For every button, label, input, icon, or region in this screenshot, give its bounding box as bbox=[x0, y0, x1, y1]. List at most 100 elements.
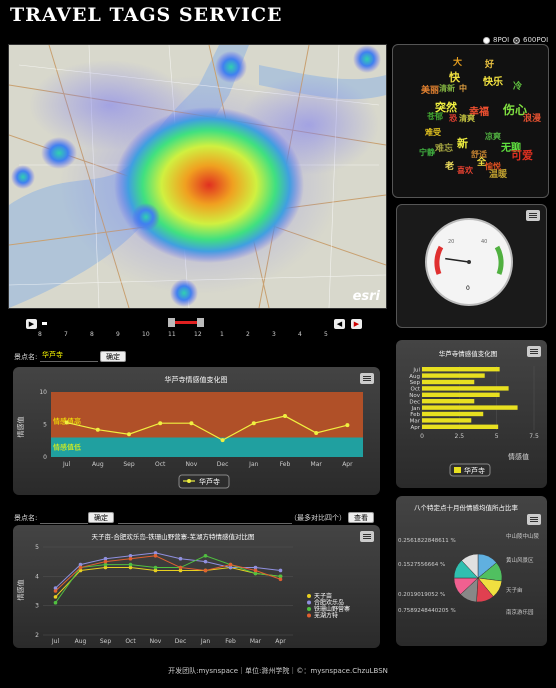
data-point[interactable] bbox=[203, 568, 208, 573]
data-point[interactable] bbox=[228, 562, 233, 567]
menu-icon[interactable] bbox=[360, 373, 374, 384]
data-point[interactable] bbox=[220, 438, 225, 443]
data-point[interactable] bbox=[178, 565, 183, 570]
x-tick: Mar bbox=[311, 461, 323, 468]
tag-item[interactable]: 全 bbox=[477, 155, 486, 168]
poi-option-8-label: 8POI bbox=[493, 36, 510, 44]
tag-item[interactable]: 温暖 bbox=[489, 167, 507, 180]
confirm-button-2[interactable]: 确定 bbox=[88, 512, 114, 523]
tag-item[interactable]: 清爽 bbox=[459, 113, 475, 124]
tag-item[interactable]: 快乐 bbox=[483, 73, 503, 88]
tag-item[interactable]: 难受 bbox=[425, 127, 441, 138]
poi-option-600[interactable]: 600POI bbox=[513, 36, 548, 44]
timeline-tick: 9 bbox=[116, 331, 120, 338]
menu-icon[interactable] bbox=[526, 210, 540, 221]
ratio-pie-chart: 八个特定点十月份情感均值所占比率 0.2561822848611 % 0.1527… bbox=[398, 503, 540, 616]
tag-item[interactable]: 新 bbox=[457, 135, 468, 151]
bar[interactable] bbox=[422, 411, 484, 417]
data-point[interactable] bbox=[128, 556, 133, 561]
data-point[interactable] bbox=[278, 568, 283, 573]
bar[interactable] bbox=[422, 386, 509, 391]
y-tick: 0 bbox=[43, 454, 47, 461]
bar[interactable] bbox=[422, 399, 475, 404]
timeline-handle-right[interactable] bbox=[197, 318, 204, 327]
pie-label: 黄山风景区 bbox=[506, 556, 534, 564]
timeline-tick: 11 bbox=[168, 331, 176, 338]
tag-item[interactable]: 喜欢 bbox=[457, 165, 473, 176]
view-button[interactable]: 查看 bbox=[348, 512, 374, 523]
data-point[interactable] bbox=[314, 430, 319, 435]
tag-item[interactable]: 中 bbox=[459, 83, 467, 94]
data-point[interactable] bbox=[345, 423, 350, 428]
compare-input[interactable] bbox=[118, 512, 292, 524]
step-back-button[interactable]: ◀ bbox=[334, 319, 345, 329]
band-low bbox=[51, 437, 363, 457]
legend-label[interactable]: 华芦寺 bbox=[199, 477, 220, 486]
bar[interactable] bbox=[422, 367, 500, 372]
tag-item[interactable]: 冷 bbox=[513, 79, 522, 92]
x-tick: Apr bbox=[275, 638, 286, 645]
radio-selected-icon[interactable] bbox=[513, 36, 520, 44]
tag-item[interactable]: 清新 bbox=[439, 83, 455, 94]
step-forward-button[interactable]: ▶ bbox=[351, 319, 362, 329]
data-point[interactable] bbox=[189, 421, 194, 426]
data-point[interactable] bbox=[127, 432, 131, 437]
data-point[interactable] bbox=[95, 427, 100, 432]
data-point[interactable] bbox=[78, 565, 83, 570]
y-tick: Mar bbox=[410, 419, 421, 425]
bar[interactable] bbox=[422, 405, 518, 410]
data-point[interactable] bbox=[203, 554, 208, 558]
bar[interactable] bbox=[422, 424, 499, 429]
site-input[interactable]: 华芦寺 bbox=[40, 350, 98, 362]
radio-icon[interactable] bbox=[483, 36, 490, 44]
confirm-button[interactable]: 确定 bbox=[100, 351, 126, 362]
bar[interactable] bbox=[422, 379, 475, 385]
tag-item[interactable]: 宁静 bbox=[419, 147, 435, 158]
heatmap-map[interactable]: esri bbox=[8, 44, 387, 309]
tag-item[interactable]: 美丽 bbox=[421, 83, 439, 96]
timeline-handle-left[interactable] bbox=[168, 318, 175, 327]
chart3-xlabel: 情感值 bbox=[508, 452, 529, 461]
y-tick: 4 bbox=[35, 573, 39, 580]
menu-icon[interactable] bbox=[360, 531, 374, 542]
legend-label[interactable]: 芜湖方特 bbox=[314, 612, 338, 620]
data-point[interactable] bbox=[251, 421, 256, 426]
tag-item[interactable]: 大 bbox=[453, 55, 462, 68]
poi-option-8[interactable]: 8POI bbox=[483, 36, 509, 44]
tag-item[interactable]: 恐 bbox=[449, 113, 457, 124]
menu-icon[interactable] bbox=[527, 514, 541, 525]
pie-label: 天子亩 bbox=[506, 586, 523, 594]
data-point[interactable] bbox=[278, 577, 283, 582]
data-point[interactable] bbox=[253, 568, 258, 573]
tag-item[interactable]: 难忘 bbox=[435, 141, 453, 154]
data-point[interactable] bbox=[128, 562, 133, 567]
data-point[interactable] bbox=[153, 554, 158, 558]
legend-label[interactable]: 华芦寺 bbox=[464, 466, 485, 475]
data-point[interactable] bbox=[53, 595, 58, 599]
data-point[interactable] bbox=[178, 556, 183, 561]
data-point[interactable] bbox=[53, 589, 58, 593]
data-point[interactable] bbox=[158, 421, 163, 426]
site-input-2[interactable] bbox=[40, 512, 88, 524]
y-tick: 10 bbox=[39, 389, 47, 396]
menu-icon[interactable] bbox=[527, 346, 541, 357]
bar[interactable] bbox=[422, 392, 500, 397]
tag-item[interactable]: 苍郁 bbox=[427, 111, 443, 122]
chart3-title: 华芦寺情感值变化图 bbox=[439, 349, 498, 358]
pie-label: 0.2019019052 % bbox=[398, 592, 445, 598]
bar[interactable] bbox=[422, 373, 485, 378]
bar[interactable] bbox=[422, 418, 472, 423]
tag-item[interactable]: 浪漫 bbox=[523, 111, 541, 124]
tag-item[interactable]: 好 bbox=[485, 57, 494, 70]
data-point[interactable] bbox=[103, 559, 108, 564]
data-point[interactable] bbox=[64, 420, 69, 425]
data-point[interactable] bbox=[53, 600, 58, 605]
x-tick: 7.5 bbox=[529, 433, 539, 440]
data-point[interactable] bbox=[153, 565, 158, 570]
tag-item[interactable]: 凉爽 bbox=[485, 131, 501, 142]
tag-item[interactable]: 老 bbox=[445, 159, 454, 172]
data-point[interactable] bbox=[203, 559, 208, 564]
data-point[interactable] bbox=[283, 414, 287, 419]
tag-item[interactable]: 可爱 bbox=[511, 147, 533, 163]
play-button[interactable]: ▶ bbox=[26, 319, 37, 329]
